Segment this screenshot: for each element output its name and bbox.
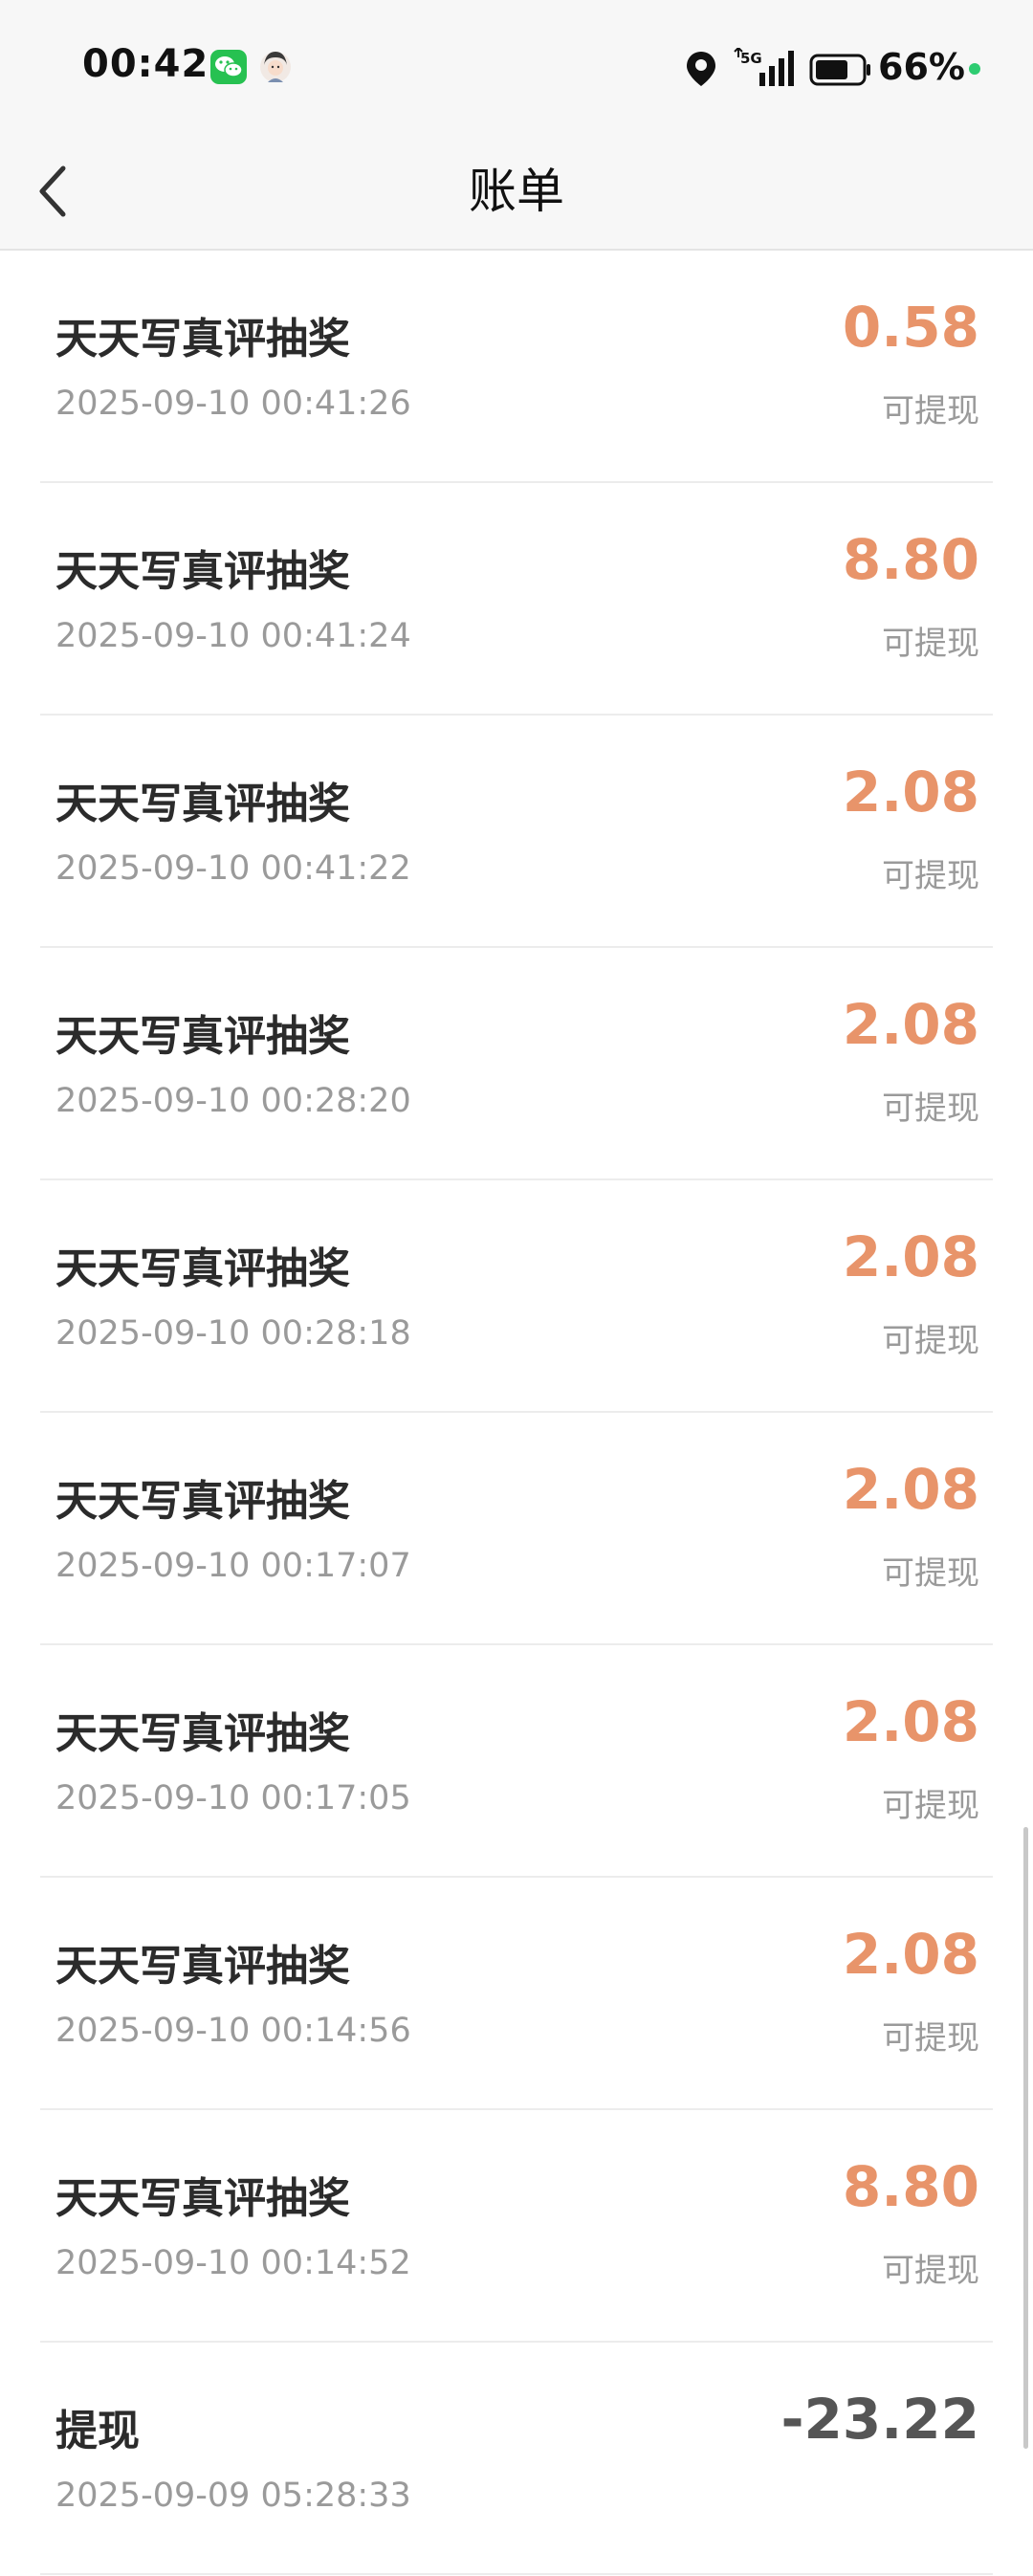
bill-title: 天天写真评抽奖 [55, 1477, 350, 1526]
bill-amount: 2.08 [842, 1457, 979, 1522]
bill-item[interactable]: 天天写真评抽奖 2025-09-10 00:14:56 2.08 可提现 [40, 1878, 993, 2110]
bill-title: 天天写真评抽奖 [55, 1012, 350, 1061]
bill-amount: 2.08 [842, 992, 979, 1057]
bill-list: 天天写真评抽奖 2025-09-10 00:41:26 0.58 可提现 天天写… [0, 251, 1033, 2575]
bill-title: 天天写真评抽奖 [55, 315, 350, 363]
bill-status: 可提现 [882, 625, 979, 663]
wechat-icon [210, 50, 247, 84]
bill-time: 2025-09-10 00:14:56 [55, 2012, 411, 2050]
chevron-left-icon [39, 165, 66, 217]
bill-title: 天天写真评抽奖 [55, 1244, 350, 1293]
bill-status: 可提现 [882, 1787, 979, 1825]
bill-title: 提现 [55, 2407, 140, 2455]
status-bar: 00:42 5G 66% [0, 0, 1033, 134]
bill-time: 2025-09-10 00:14:52 [55, 2244, 411, 2282]
battery-percentage: 66% [878, 46, 965, 88]
bill-amount: 2.08 [842, 1224, 979, 1289]
bill-time: 2025-09-10 00:17:05 [55, 1779, 411, 1817]
battery-icon [809, 54, 872, 90]
bill-time: 2025-09-10 00:28:18 [55, 1314, 411, 1353]
bill-status: 可提现 [882, 2252, 979, 2290]
bill-item-withdrawal[interactable]: 提现 2025-09-09 05:28:33 -23.22 [40, 2343, 993, 2575]
bill-item[interactable]: 天天写真评抽奖 2025-09-10 00:28:20 2.08 可提现 [40, 948, 993, 1180]
bill-amount: 0.58 [842, 295, 979, 360]
bill-status: 可提现 [882, 1554, 979, 1593]
bill-time: 2025-09-09 05:28:33 [55, 2477, 411, 2515]
bill-time: 2025-09-10 00:28:20 [55, 1082, 411, 1120]
bill-amount: 8.80 [842, 2154, 979, 2219]
bill-item[interactable]: 天天写真评抽奖 2025-09-10 00:41:24 8.80 可提现 [40, 483, 993, 716]
bill-item[interactable]: 天天写真评抽奖 2025-09-10 00:14:52 8.80 可提现 [40, 2110, 993, 2343]
bill-time: 2025-09-10 00:41:22 [55, 849, 411, 888]
back-button[interactable] [29, 153, 105, 230]
bill-amount: 2.08 [842, 760, 979, 825]
bill-time: 2025-09-10 00:41:26 [55, 385, 411, 423]
bill-status: 可提现 [882, 2019, 979, 2058]
bill-title: 天天写真评抽奖 [55, 1942, 350, 1991]
avatar-icon [258, 48, 293, 86]
bill-status: 可提现 [882, 392, 979, 430]
bill-time: 2025-09-10 00:17:07 [55, 1547, 411, 1585]
bill-title: 天天写真评抽奖 [55, 780, 350, 828]
bill-item[interactable]: 天天写真评抽奖 2025-09-10 00:41:26 0.58 可提现 [40, 251, 993, 483]
status-time: 00:42 [82, 42, 209, 86]
bill-amount: 2.08 [842, 1689, 979, 1754]
bill-status: 可提现 [882, 1322, 979, 1360]
bill-item[interactable]: 天天写真评抽奖 2025-09-10 00:28:18 2.08 可提现 [40, 1180, 993, 1413]
bill-item[interactable]: 天天写真评抽奖 2025-09-10 00:41:22 2.08 可提现 [40, 716, 993, 948]
bill-status: 可提现 [882, 857, 979, 895]
svg-text:5G: 5G [740, 50, 762, 67]
bill-amount: 8.80 [842, 527, 979, 592]
bill-time: 2025-09-10 00:41:24 [55, 617, 411, 655]
location-icon [685, 50, 717, 92]
bill-amount: 2.08 [842, 1922, 979, 1987]
signal-icon: 5G [733, 46, 802, 92]
bill-status: 可提现 [882, 1090, 979, 1128]
bill-item[interactable]: 天天写真评抽奖 2025-09-10 00:17:07 2.08 可提现 [40, 1413, 993, 1645]
page-title: 账单 [469, 164, 564, 219]
bill-amount: -23.22 [780, 2387, 979, 2452]
bill-title: 天天写真评抽奖 [55, 2174, 350, 2223]
charging-dot [969, 63, 980, 75]
scrollbar[interactable] [1023, 1827, 1028, 2449]
bill-title: 天天写真评抽奖 [55, 1709, 350, 1758]
bill-title: 天天写真评抽奖 [55, 547, 350, 596]
bill-item[interactable]: 天天写真评抽奖 2025-09-10 00:17:05 2.08 可提现 [40, 1645, 993, 1878]
header-bar: 账单 [0, 134, 1033, 251]
